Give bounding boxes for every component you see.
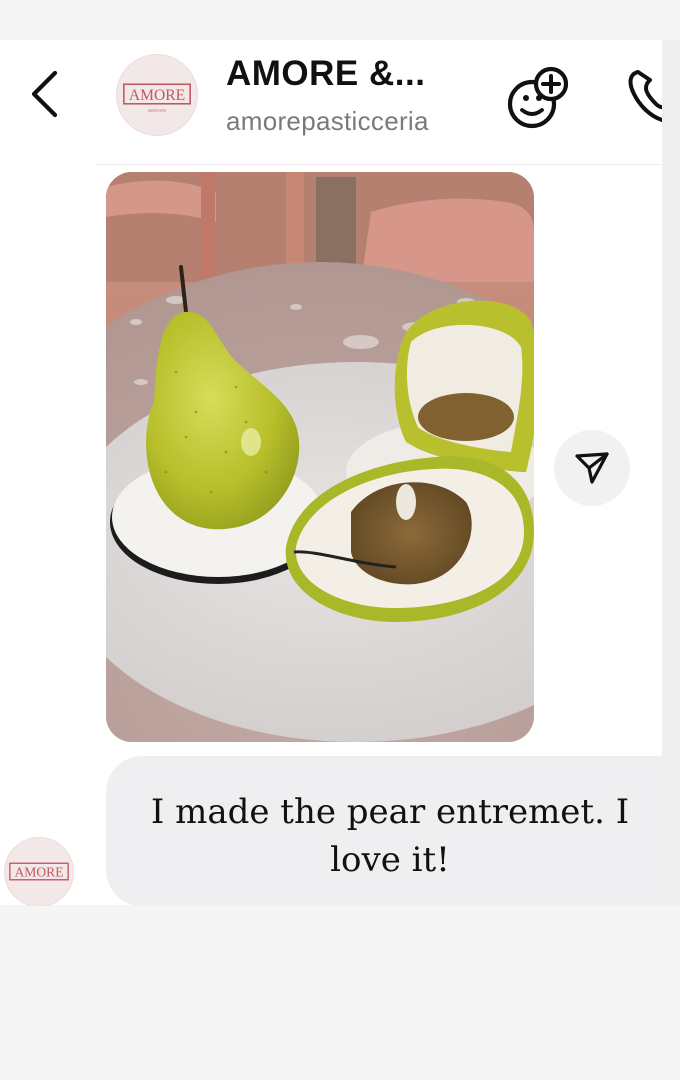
sender-avatar[interactable]: AMORE xyxy=(4,837,74,907)
message-photo[interactable] xyxy=(106,172,534,742)
share-message-button[interactable] xyxy=(554,430,630,506)
contact-avatar[interactable]: AMORE pasticceria xyxy=(116,54,198,136)
contact-username[interactable]: amorepasticceria xyxy=(226,106,429,137)
screen-edge xyxy=(662,40,680,906)
pear-entremet-photo xyxy=(106,172,534,742)
empty-area xyxy=(0,906,680,1080)
message-text: I made the pear entremet. I love it! xyxy=(150,792,630,880)
status-bar-area xyxy=(0,0,680,40)
svg-text:AMORE: AMORE xyxy=(129,87,185,104)
amore-logo: AMORE xyxy=(5,838,73,906)
contact-name[interactable]: AMORE &... xyxy=(226,54,425,94)
back-button[interactable] xyxy=(22,62,66,126)
face-sticker-add-icon xyxy=(507,66,569,129)
effects-button[interactable] xyxy=(502,60,576,134)
send-icon xyxy=(575,452,609,484)
amore-logo: AMORE pasticceria xyxy=(117,55,197,135)
chevron-left-icon xyxy=(31,70,58,118)
svg-text:AMORE: AMORE xyxy=(14,864,63,879)
svg-text:pasticceria: pasticceria xyxy=(148,108,167,113)
